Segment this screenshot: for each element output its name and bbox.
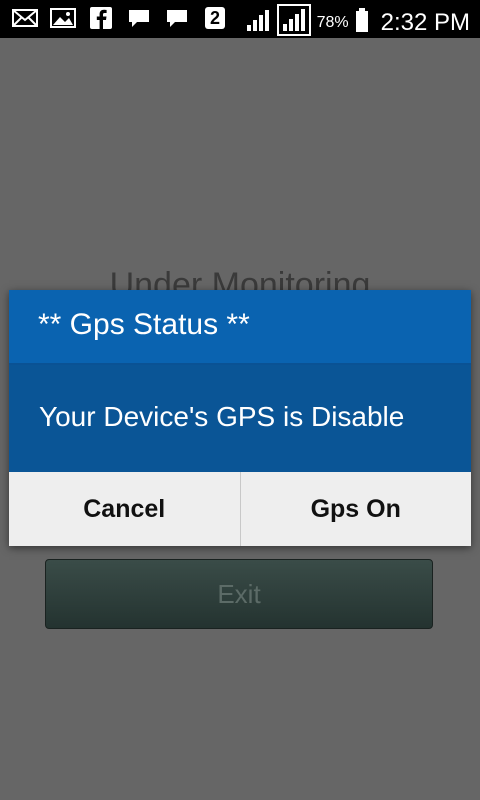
gps-status-dialog: ** Gps Status ** Your Device's GPS is Di… xyxy=(9,290,471,546)
screen: 2 78% 2:32 PM Under Monitoring Exit ** G… xyxy=(0,0,480,800)
dialog-message: Your Device's GPS is Disable xyxy=(39,401,405,432)
sim2-icon: 2 xyxy=(202,6,228,30)
exit-button[interactable]: Exit xyxy=(45,559,433,629)
cancel-button[interactable]: Cancel xyxy=(9,472,240,546)
gps-on-button[interactable]: Gps On xyxy=(241,472,472,546)
chat-icon xyxy=(126,6,152,30)
signal-sim2-icon xyxy=(276,4,311,41)
battery-percentage: 78% xyxy=(316,13,349,31)
mail-icon xyxy=(12,6,38,30)
status-bar: 2 78% 2:32 PM xyxy=(0,0,480,38)
battery-icon xyxy=(355,7,369,38)
facebook-icon xyxy=(88,6,114,30)
system-icons: 78% 2:32 PM xyxy=(245,4,470,41)
message-icon xyxy=(164,6,190,30)
image-icon xyxy=(50,6,76,30)
dialog-body: Your Device's GPS is Disable xyxy=(9,365,471,472)
dialog-header: ** Gps Status ** xyxy=(9,290,471,365)
dialog-title: ** Gps Status ** xyxy=(38,308,250,341)
clock: 2:32 PM xyxy=(380,8,470,36)
signal-sim1-icon xyxy=(245,7,271,38)
notification-icons: 2 xyxy=(12,6,228,30)
dialog-button-bar: Cancel Gps On xyxy=(9,472,471,546)
sim2-badge: 2 xyxy=(209,8,220,28)
